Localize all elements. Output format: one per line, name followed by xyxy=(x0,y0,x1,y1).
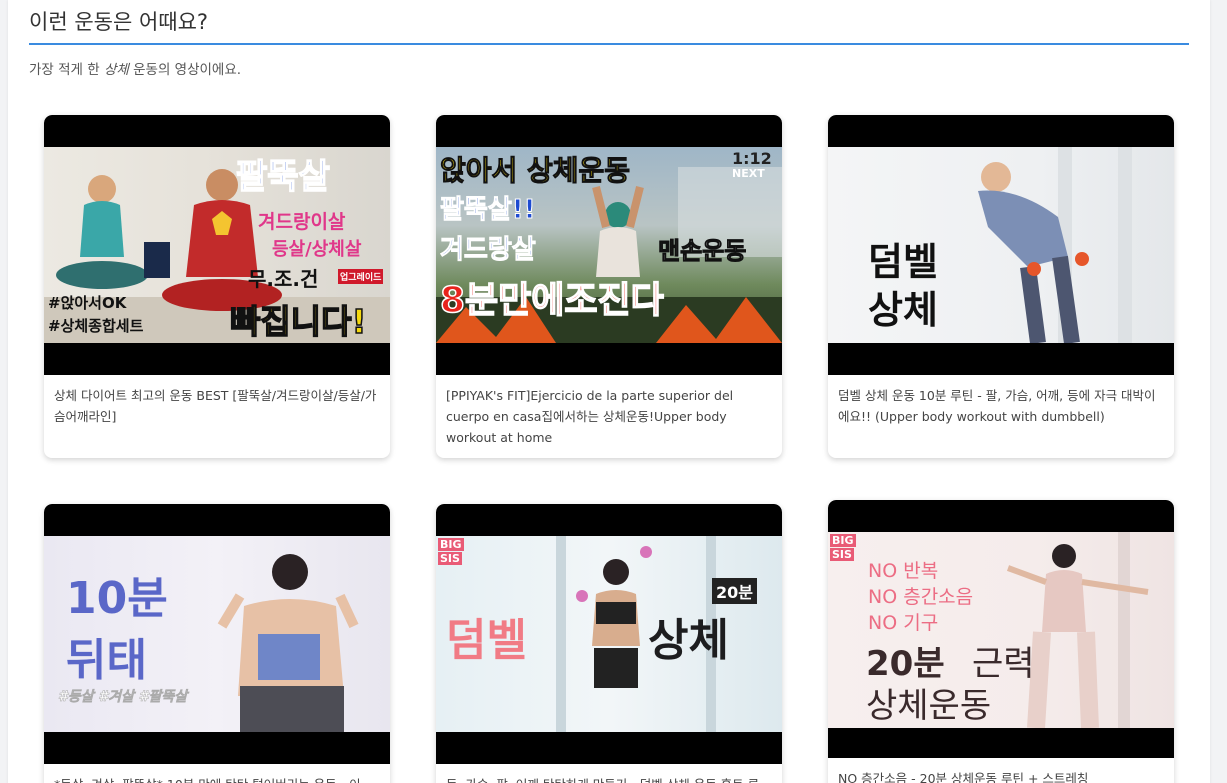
thumb-text: NO 기구 xyxy=(868,612,939,634)
video-card[interactable]: BIG SIS NO 반복 NO 층간소음 NO 기구 20분 근력 상체운동 … xyxy=(828,500,1174,783)
video-thumbnail[interactable]: 10분 뒤태 #등살 #겨살 #팔뚝살 xyxy=(44,504,390,764)
thumb-text: 상체 xyxy=(868,288,938,332)
thumb-text: 맨손운동 xyxy=(657,237,747,266)
video-card[interactable]: 앉아서 상체운동 1:12 NEXT 팔뚝살!! 겨드랑살 맨손운동 8분만에조… xyxy=(436,115,782,458)
section-subtitle: 가장 적게 한 상체 운동의 영상이에요. xyxy=(29,58,241,78)
video-card[interactable]: 10분 뒤태 #등살 #겨살 #팔뚝살 *등살, 겨살, 팔뚝살* 10분 만에… xyxy=(44,504,390,783)
subtitle-emphasis: 상체 xyxy=(103,62,129,78)
thumb-text-main: 덤벨 xyxy=(446,615,527,666)
thumb-text: #상체종합세트 xyxy=(48,317,144,335)
thumbnail-image: 10분 뒤태 #등살 #겨살 #팔뚝살 xyxy=(44,536,390,732)
video-thumbnail[interactable]: BIG SIS NO 반복 NO 층간소음 NO 기구 20분 근력 상체운동 xyxy=(828,500,1174,758)
thumb-text: #등살 #겨살 #팔뚝살 xyxy=(58,689,188,706)
thumb-text: 겨드랑이살 xyxy=(258,211,346,233)
thumb-text-main: 앉아서 상체운동 xyxy=(439,154,631,188)
subtitle-suffix: 운동의 영상이에요. xyxy=(128,62,242,78)
video-caption[interactable]: 상체 다이어트 최고의 운동 BEST [팔뚝살/겨드랑이살/등살/가슴어깨라인… xyxy=(44,375,390,437)
thumbnail-image: 팔뚝살 겨드랑이살 등살/상체살 무.조.건 업그레이드 #앉아서OK #상체종… xyxy=(44,147,390,343)
video-card[interactable]: 팔뚝살 겨드랑이살 등살/상체살 무.조.건 업그레이드 #앉아서OK #상체종… xyxy=(44,115,390,458)
thumbnail-image: 덤벨 상체 xyxy=(828,147,1174,343)
thumbnail-image: 앉아서 상체운동 1:12 NEXT 팔뚝살!! 겨드랑살 맨손운동 8분만에조… xyxy=(436,147,782,343)
thumb-text: 상체 xyxy=(648,615,729,666)
thumb-text: 뒤태 xyxy=(66,635,147,686)
video-thumbnail[interactable]: 덤벨 상체 xyxy=(828,115,1174,375)
thumb-text: 상체운동 xyxy=(866,686,992,726)
thumb-text-main: 팔뚝살 xyxy=(235,156,330,198)
video-thumbnail[interactable]: BIG SIS 20분 덤벨 상체 xyxy=(436,504,782,764)
title-divider xyxy=(29,43,1189,45)
thumb-text-main: 10분 xyxy=(66,573,168,624)
video-caption[interactable]: [PPIYAK's FIT]Ejercicio de la parte supe… xyxy=(436,375,782,458)
channel-logo: SIS xyxy=(438,552,462,565)
section-title: 이런 운동은 어때요? xyxy=(29,10,209,34)
thumb-text: 등살/상체살 xyxy=(272,239,362,260)
video-thumbnail[interactable]: 앉아서 상체운동 1:12 NEXT 팔뚝살!! 겨드랑살 맨손운동 8분만에조… xyxy=(436,115,782,375)
channel-logo: BIG xyxy=(438,538,464,551)
thumb-text: #앉아서OK xyxy=(48,294,127,312)
video-caption[interactable]: *등살, 겨살, 팔뚝살* 10분 만에 탄탄 털어버리는 운동 - 이 xyxy=(44,764,390,783)
thumb-badge: 20분 xyxy=(712,578,757,604)
thumb-text-main: 덤벨 xyxy=(868,240,938,284)
video-card[interactable]: 덤벨 상체 덤벨 상체 운동 10분 루틴 - 팔, 가슴, 어깨, 등에 자극… xyxy=(828,115,1174,458)
channel-logo: BIG xyxy=(830,534,856,547)
thumb-text: 빠집니다! xyxy=(229,301,367,342)
subtitle-prefix: 가장 적게 한 xyxy=(29,62,104,78)
thumb-text: NO 반복 xyxy=(868,560,939,582)
thumbnail-image: BIG SIS NO 반복 NO 층간소음 NO 기구 20분 근력 상체운동 xyxy=(828,532,1174,728)
video-caption[interactable]: 등, 가슴, 팔, 어깨 탄탄하게 만들기 - 덤벨 상체 운동 홈트 루 xyxy=(436,764,782,783)
thumbnail-image: BIG SIS 20분 덤벨 상체 xyxy=(436,536,782,732)
video-thumbnail[interactable]: 팔뚝살 겨드랑이살 등살/상체살 무.조.건 업그레이드 #앉아서OK #상체종… xyxy=(44,115,390,375)
thumb-text: 팔뚝살!! xyxy=(439,195,536,226)
channel-logo: SIS xyxy=(830,548,854,561)
thumb-next: NEXT xyxy=(732,167,765,180)
video-caption[interactable]: NO 층간소음 - 20분 상체운동 루틴 + 스트레칭 xyxy=(828,758,1174,783)
thumb-text: 무.조.건 xyxy=(248,267,319,291)
video-card[interactable]: BIG SIS 20분 덤벨 상체 등, 가슴, 팔, 어깨 탄탄하게 만들기 … xyxy=(436,504,782,783)
thumb-duration: 1:12 xyxy=(732,149,772,168)
video-caption[interactable]: 덤벨 상체 운동 10분 루틴 - 팔, 가슴, 어깨, 등에 자극 대박이에요… xyxy=(828,375,1174,437)
thumb-text: 겨드랑살 xyxy=(440,235,537,266)
thumb-badge: 업그레이드 xyxy=(338,269,384,284)
thumb-text: 8분만에조진다 xyxy=(439,279,664,322)
thumb-text: NO 층간소음 xyxy=(868,586,974,608)
